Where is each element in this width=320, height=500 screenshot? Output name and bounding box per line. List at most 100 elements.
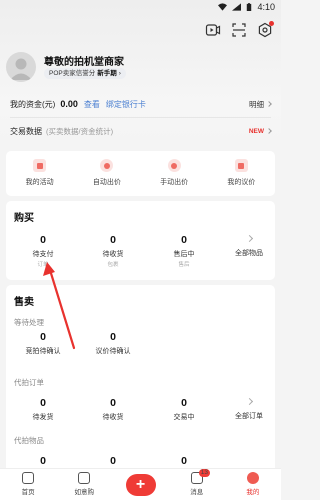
awaiting-receipt-label: 待收货 [102, 414, 124, 421]
agent-item-stat[interactable]: 0 [159, 455, 209, 467]
tab-publish[interactable]: + [112, 469, 168, 500]
pending-payment-sub: 订单 [37, 262, 49, 268]
status-time: 4:10 [257, 2, 275, 12]
tab-mine-label: 我的 [246, 489, 260, 496]
funds-detail-label: 明细 [249, 99, 264, 109]
tab-ruyigou[interactable]: 如意购 [56, 469, 112, 500]
orders-section-label: 代拍订单 [14, 378, 44, 387]
bargain-confirm-button[interactable]: 0 议价待确认 [88, 331, 138, 356]
to-ship-button[interactable]: 0 待发货 [18, 397, 68, 422]
auto-bid-label: 自动出价 [92, 179, 121, 186]
tab-messages[interactable]: 13 消息 [169, 469, 225, 500]
my-activity-button[interactable]: 我的活动 [6, 151, 73, 196]
items-section-label: 代拍物品 [14, 436, 44, 445]
pending-payment-button[interactable]: 0 待支付 订单 [18, 234, 68, 268]
sell-card: 售卖 等待处理 0 竞拍待确认 0 议价待确认 代拍订单 0 待发货 0 待收货… [6, 285, 275, 475]
my-bargain-button[interactable]: 我的议价 [208, 151, 275, 196]
settings-notification-dot [269, 21, 274, 26]
auction-confirm-button[interactable]: 0 竞拍待确认 [18, 331, 68, 356]
scan-icon[interactable] [231, 22, 247, 38]
all-orders-button[interactable]: 全部订单 [226, 397, 272, 421]
tab-home[interactable]: 首页 [0, 469, 56, 500]
score-level: 新手期 [97, 70, 117, 77]
video-icon[interactable] [205, 22, 221, 38]
in-trade-count: 0 [181, 397, 187, 409]
after-sale-sub: 售后 [178, 262, 190, 268]
activity-icon [33, 159, 47, 172]
shopping-icon [78, 472, 91, 484]
awaiting-receipt-count: 0 [110, 397, 116, 409]
bargain-icon [234, 159, 248, 172]
funds-amount: 0.00 [60, 99, 78, 109]
bargain-label: 我的议价 [227, 179, 256, 186]
chevron-right-icon [266, 128, 272, 134]
manual-bid-label: 手动出价 [160, 179, 189, 186]
buy-title: 购买 [14, 213, 34, 224]
all-orders-label: 全部订单 [235, 413, 263, 420]
funds-row: 我的资金(元) 0.00 查看 绑定银行卡 明细 [0, 93, 281, 115]
wifi-icon [218, 3, 228, 11]
top-actions [205, 21, 274, 38]
avatar[interactable] [6, 52, 36, 82]
to-ship-label: 待发货 [32, 414, 54, 421]
all-items-label: 全部物品 [235, 250, 263, 257]
trade-data-sub: (买卖数据/资金统计) [46, 126, 114, 136]
score-tag-label: POP卖家信誉分 [49, 70, 96, 77]
funds-detail-button[interactable]: 明细 [249, 99, 272, 110]
tab-mine[interactable]: 我的 [225, 469, 281, 500]
pending-section-label: 等待处理 [14, 318, 44, 327]
in-trade-button[interactable]: 0 交易中 [159, 397, 209, 422]
chevron-right-icon [266, 101, 272, 107]
trade-data-row[interactable]: 交易数据 (买卖数据/资金统计) NEW [0, 120, 281, 142]
user-name: 尊敬的拍机堂商家 [44, 57, 124, 68]
seller-score-tag[interactable]: POP卖家信誉分 新手期 › [44, 68, 126, 79]
after-sale-count: 0 [181, 234, 187, 246]
auto-bid-icon [100, 159, 114, 172]
battery-icon [247, 3, 252, 11]
pending-receipt-sub: 包裹 [107, 262, 119, 268]
funds-label: 我的资金(元) [10, 99, 56, 109]
tab-home-label: 首页 [21, 489, 35, 496]
activity-label: 我的活动 [25, 179, 54, 186]
in-trade-label: 交易中 [173, 414, 195, 421]
manual-bid-button[interactable]: 手动出价 [141, 151, 208, 196]
activity-card: 我的活动 自动出价 手动出价 我的议价 [6, 151, 275, 196]
status-bar: 4:10 [0, 0, 281, 15]
buy-card: 购买 0 待支付 订单 0 待收货 包裹 0 售后中 售后 全部物品 [6, 201, 275, 280]
chevron-right-icon [245, 397, 253, 406]
awaiting-receipt-button[interactable]: 0 待收货 [88, 397, 138, 422]
all-items-button[interactable]: 全部物品 [226, 234, 272, 258]
pending-receipt-count: 0 [110, 234, 116, 246]
agent-item-stat[interactable]: 0 [88, 455, 138, 467]
new-badge: NEW [248, 127, 264, 135]
plus-icon: + [125, 474, 156, 496]
pending-payment-label: 待支付 [32, 251, 54, 258]
signal-icon [232, 3, 242, 11]
tab-messages-label: 消息 [190, 489, 204, 496]
home-icon [22, 472, 35, 484]
agent-item-stat[interactable]: 0 [18, 455, 68, 467]
after-sale-button[interactable]: 0 售后中 售后 [159, 234, 209, 268]
pending-receipt-label: 待收货 [102, 251, 124, 258]
trade-data-right: NEW [248, 127, 272, 135]
mine-icon [246, 472, 259, 484]
pending-receipt-button[interactable]: 0 待收货 包裹 [88, 234, 138, 268]
pending-payment-count: 0 [40, 234, 46, 246]
score-chevron-icon: › [118, 70, 121, 77]
sell-title: 售卖 [14, 297, 34, 308]
bottom-tab-bar: 首页 如意购 + 13 消息 我的 [0, 468, 281, 500]
message-count-badge: 13 [198, 469, 210, 477]
bind-card-link[interactable]: 绑定银行卡 [106, 99, 146, 110]
auction-confirm-label: 竞拍待确认 [25, 348, 61, 355]
agent-item-count: 0 [110, 455, 116, 467]
auto-bid-button[interactable]: 自动出价 [73, 151, 140, 196]
funds-view-link[interactable]: 查看 [84, 99, 100, 110]
trade-data-label: 交易数据 [10, 126, 42, 136]
manual-bid-icon [167, 159, 181, 172]
to-ship-count: 0 [40, 397, 46, 409]
agent-item-count: 0 [181, 455, 187, 467]
bargain-confirm-count: 0 [110, 331, 116, 343]
divider [10, 117, 271, 118]
settings-icon[interactable] [257, 21, 274, 38]
bargain-confirm-label: 议价待确认 [95, 348, 131, 355]
